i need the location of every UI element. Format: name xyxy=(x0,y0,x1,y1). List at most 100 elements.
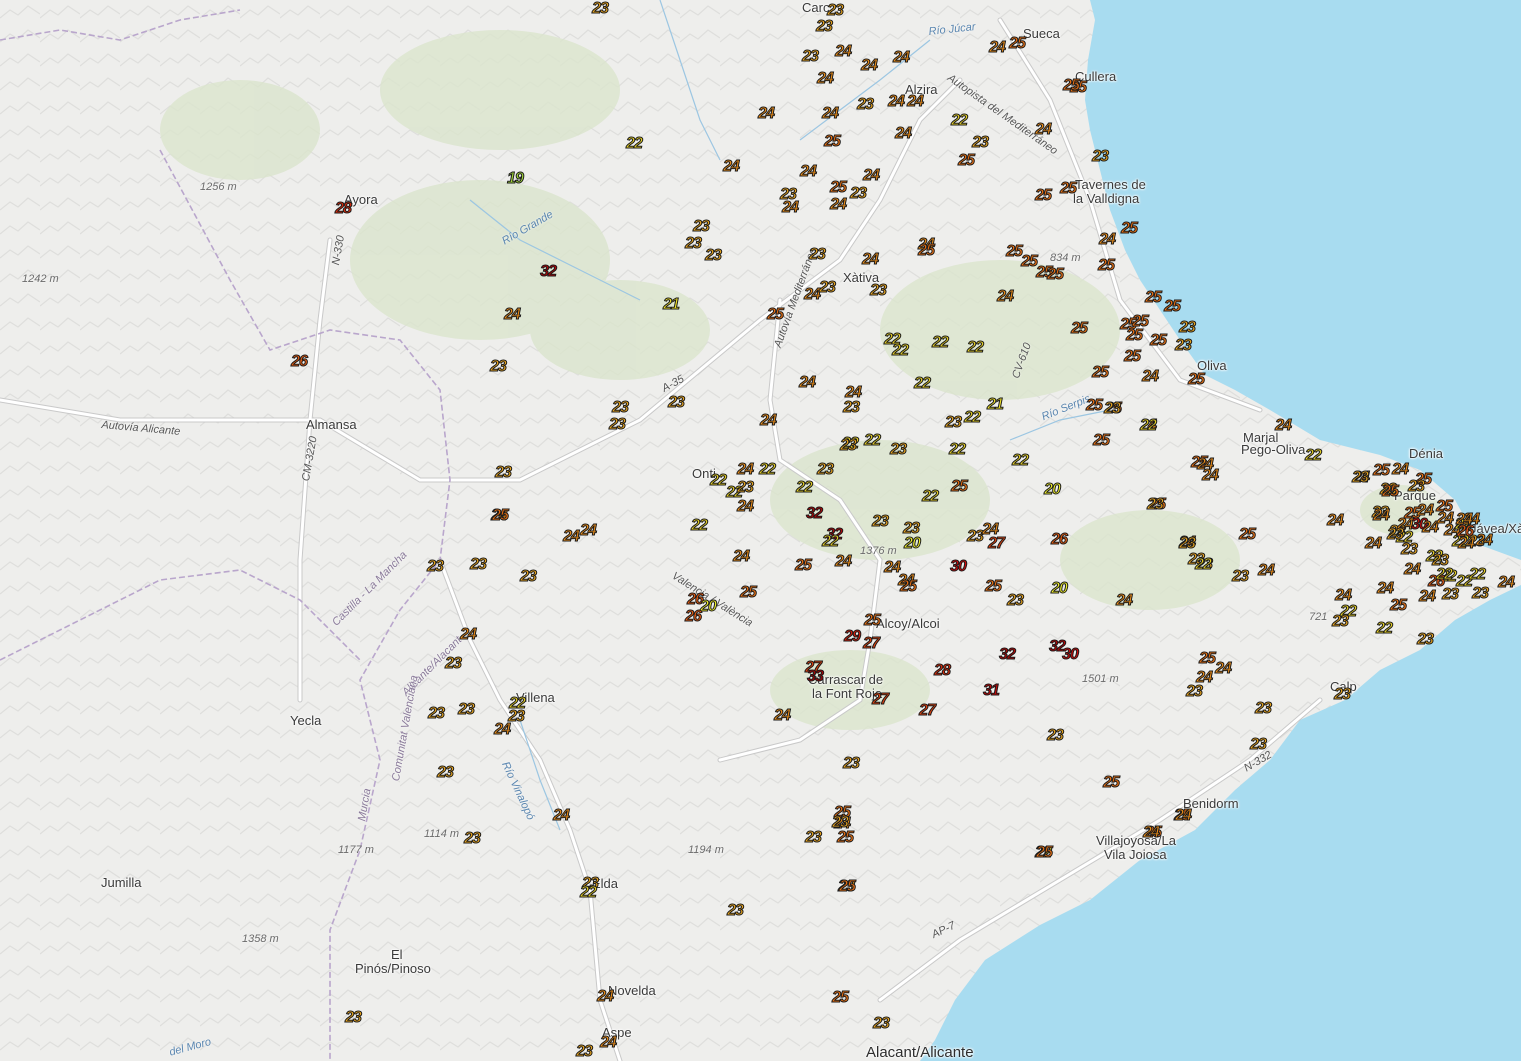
temperature-marker[interactable]: 24 xyxy=(835,43,853,60)
temperature-marker[interactable]: 22 xyxy=(580,884,598,901)
temperature-marker[interactable]: 26 xyxy=(1051,531,1069,548)
temperature-marker[interactable]: 25 xyxy=(1063,77,1081,94)
temperature-marker[interactable]: 22 xyxy=(922,488,940,505)
temperature-marker[interactable]: 23 xyxy=(737,479,755,496)
temperature-marker[interactable]: 23 xyxy=(872,513,890,530)
temperature-marker[interactable]: 24 xyxy=(723,158,741,175)
temperature-marker[interactable]: 23 xyxy=(870,282,888,299)
temperature-marker[interactable]: 22 xyxy=(1469,566,1487,583)
temperature-marker[interactable]: 25 xyxy=(1093,432,1111,449)
temperature-marker[interactable]: 24 xyxy=(1035,121,1053,138)
temperature-marker[interactable]: 24 xyxy=(1417,502,1435,519)
temperature-marker[interactable]: 24 xyxy=(1422,519,1440,536)
temperature-marker[interactable]: 23 xyxy=(1250,736,1268,753)
temperature-marker[interactable]: 24 xyxy=(1116,592,1134,609)
weather-map[interactable]: Ayora Almansa Yecla Jumilla El Pinós/Pinoso Vi… xyxy=(0,0,1521,1061)
temperature-marker[interactable]: 23 xyxy=(1179,535,1197,552)
temperature-marker[interactable]: 24 xyxy=(1476,532,1494,549)
temperature-marker[interactable]: 23 xyxy=(427,558,445,575)
temperature-marker[interactable]: 23 xyxy=(1332,613,1350,630)
temperature-marker[interactable]: 23 xyxy=(945,414,963,431)
temperature-marker[interactable]: 23 xyxy=(1104,400,1122,417)
temperature-marker[interactable]: 22 xyxy=(1436,566,1454,583)
temperature-marker[interactable]: 25 xyxy=(958,152,976,169)
temperature-marker[interactable]: 23 xyxy=(470,556,488,573)
temperature-marker[interactable]: 23 xyxy=(1232,568,1250,585)
temperature-marker[interactable]: 25 xyxy=(918,242,936,259)
temperature-marker[interactable]: 23 xyxy=(1255,700,1273,717)
temperature-marker[interactable]: 23 xyxy=(1186,683,1204,700)
temperature-marker[interactable]: 25 xyxy=(1098,257,1116,274)
temperature-marker[interactable]: 22 xyxy=(1305,447,1323,464)
temperature-marker[interactable]: 23 xyxy=(1179,319,1197,336)
temperature-marker[interactable]: 32 xyxy=(540,263,558,280)
temperature-marker[interactable]: 22 xyxy=(1140,417,1158,434)
temperature-marker[interactable]: 22 xyxy=(864,432,882,449)
temperature-marker[interactable]: 24 xyxy=(1196,669,1214,686)
temperature-marker[interactable]: 24 xyxy=(1215,660,1233,677)
temperature-marker[interactable]: 22 xyxy=(932,334,950,351)
temperature-marker[interactable]: 24 xyxy=(1373,507,1391,524)
temperature-marker[interactable]: 24 xyxy=(888,93,906,110)
temperature-marker[interactable]: 22 xyxy=(691,517,709,534)
temperature-marker[interactable]: 23 xyxy=(592,0,610,17)
temperature-marker[interactable]: 23 xyxy=(1334,686,1352,703)
temperature-marker[interactable]: 24 xyxy=(600,1034,618,1051)
temperature-marker[interactable]: 23 xyxy=(817,461,835,478)
temperature-marker[interactable]: 25 xyxy=(1006,243,1024,260)
temperature-marker[interactable]: 25 xyxy=(864,612,882,629)
temperature-marker[interactable]: 23 xyxy=(1417,631,1435,648)
temperature-marker[interactable]: 22 xyxy=(1376,620,1394,637)
temperature-marker[interactable]: 23 xyxy=(857,96,875,113)
temperature-marker[interactable]: 23 xyxy=(972,134,990,151)
temperature-marker[interactable]: 23 xyxy=(1147,496,1165,513)
temperature-marker[interactable]: 24 xyxy=(895,125,913,142)
temperature-marker[interactable]: 24 xyxy=(737,461,755,478)
temperature-marker[interactable]: 25 xyxy=(1382,483,1400,500)
temperature-marker[interactable]: 23 xyxy=(873,1015,891,1032)
temperature-marker[interactable]: 23 xyxy=(685,235,703,252)
temperature-marker[interactable]: 32 xyxy=(999,646,1017,663)
temperature-marker[interactable]: 22 xyxy=(967,339,985,356)
temperature-marker[interactable]: 22 xyxy=(796,479,814,496)
temperature-marker[interactable]: 24 xyxy=(800,163,818,180)
temperature-marker[interactable]: 25 xyxy=(1150,332,1168,349)
temperature-marker[interactable]: 23 xyxy=(609,416,627,433)
temperature-marker[interactable]: 30 xyxy=(950,558,968,575)
temperature-marker[interactable]: 25 xyxy=(1092,364,1110,381)
temperature-marker[interactable]: 32 xyxy=(806,505,824,522)
temperature-marker[interactable]: 27 xyxy=(872,691,890,708)
temperature-marker[interactable]: 33 xyxy=(807,668,825,685)
temperature-marker[interactable]: 25 xyxy=(767,306,785,323)
temperature-marker[interactable]: 24 xyxy=(1258,562,1276,579)
temperature-marker[interactable]: 23 xyxy=(464,830,482,847)
temperature-marker[interactable]: 20 xyxy=(904,535,922,552)
temperature-marker[interactable]: 23 xyxy=(458,701,476,718)
temperature-marker[interactable]: 27 xyxy=(919,702,937,719)
temperature-marker[interactable]: 24 xyxy=(782,199,800,216)
temperature-marker[interactable]: 23 xyxy=(508,708,526,725)
temperature-marker[interactable]: 23 xyxy=(520,568,538,585)
temperature-marker[interactable]: 25 xyxy=(1103,774,1121,791)
temperature-marker[interactable]: 25 xyxy=(985,578,1003,595)
temperature-marker[interactable]: 29 xyxy=(844,628,862,645)
temperature-marker[interactable]: 27 xyxy=(863,635,881,652)
temperature-marker[interactable]: 24 xyxy=(1099,231,1117,248)
temperature-marker[interactable]: 23 xyxy=(809,246,827,263)
temperature-marker[interactable]: 23 xyxy=(495,464,513,481)
temperature-marker[interactable]: 25 xyxy=(1373,462,1391,479)
temperature-marker[interactable]: 24 xyxy=(1327,512,1345,529)
temperature-marker[interactable]: 25 xyxy=(1124,348,1142,365)
temperature-marker[interactable]: 23 xyxy=(827,2,845,19)
temperature-marker[interactable]: 21 xyxy=(663,296,681,313)
temperature-marker[interactable]: 25 xyxy=(824,133,842,150)
temperature-marker[interactable]: 24 xyxy=(737,498,755,515)
temperature-marker[interactable]: 25 xyxy=(1036,844,1054,861)
temperature-marker[interactable]: 31 xyxy=(983,682,1001,699)
temperature-marker[interactable]: 25 xyxy=(492,507,510,524)
temperature-marker[interactable]: 24 xyxy=(989,39,1007,56)
temperature-marker[interactable]: 24 xyxy=(563,528,581,545)
temperature-marker[interactable]: 22 xyxy=(759,461,777,478)
temperature-marker[interactable]: 24 xyxy=(774,707,792,724)
temperature-marker[interactable]: 25 xyxy=(900,578,918,595)
